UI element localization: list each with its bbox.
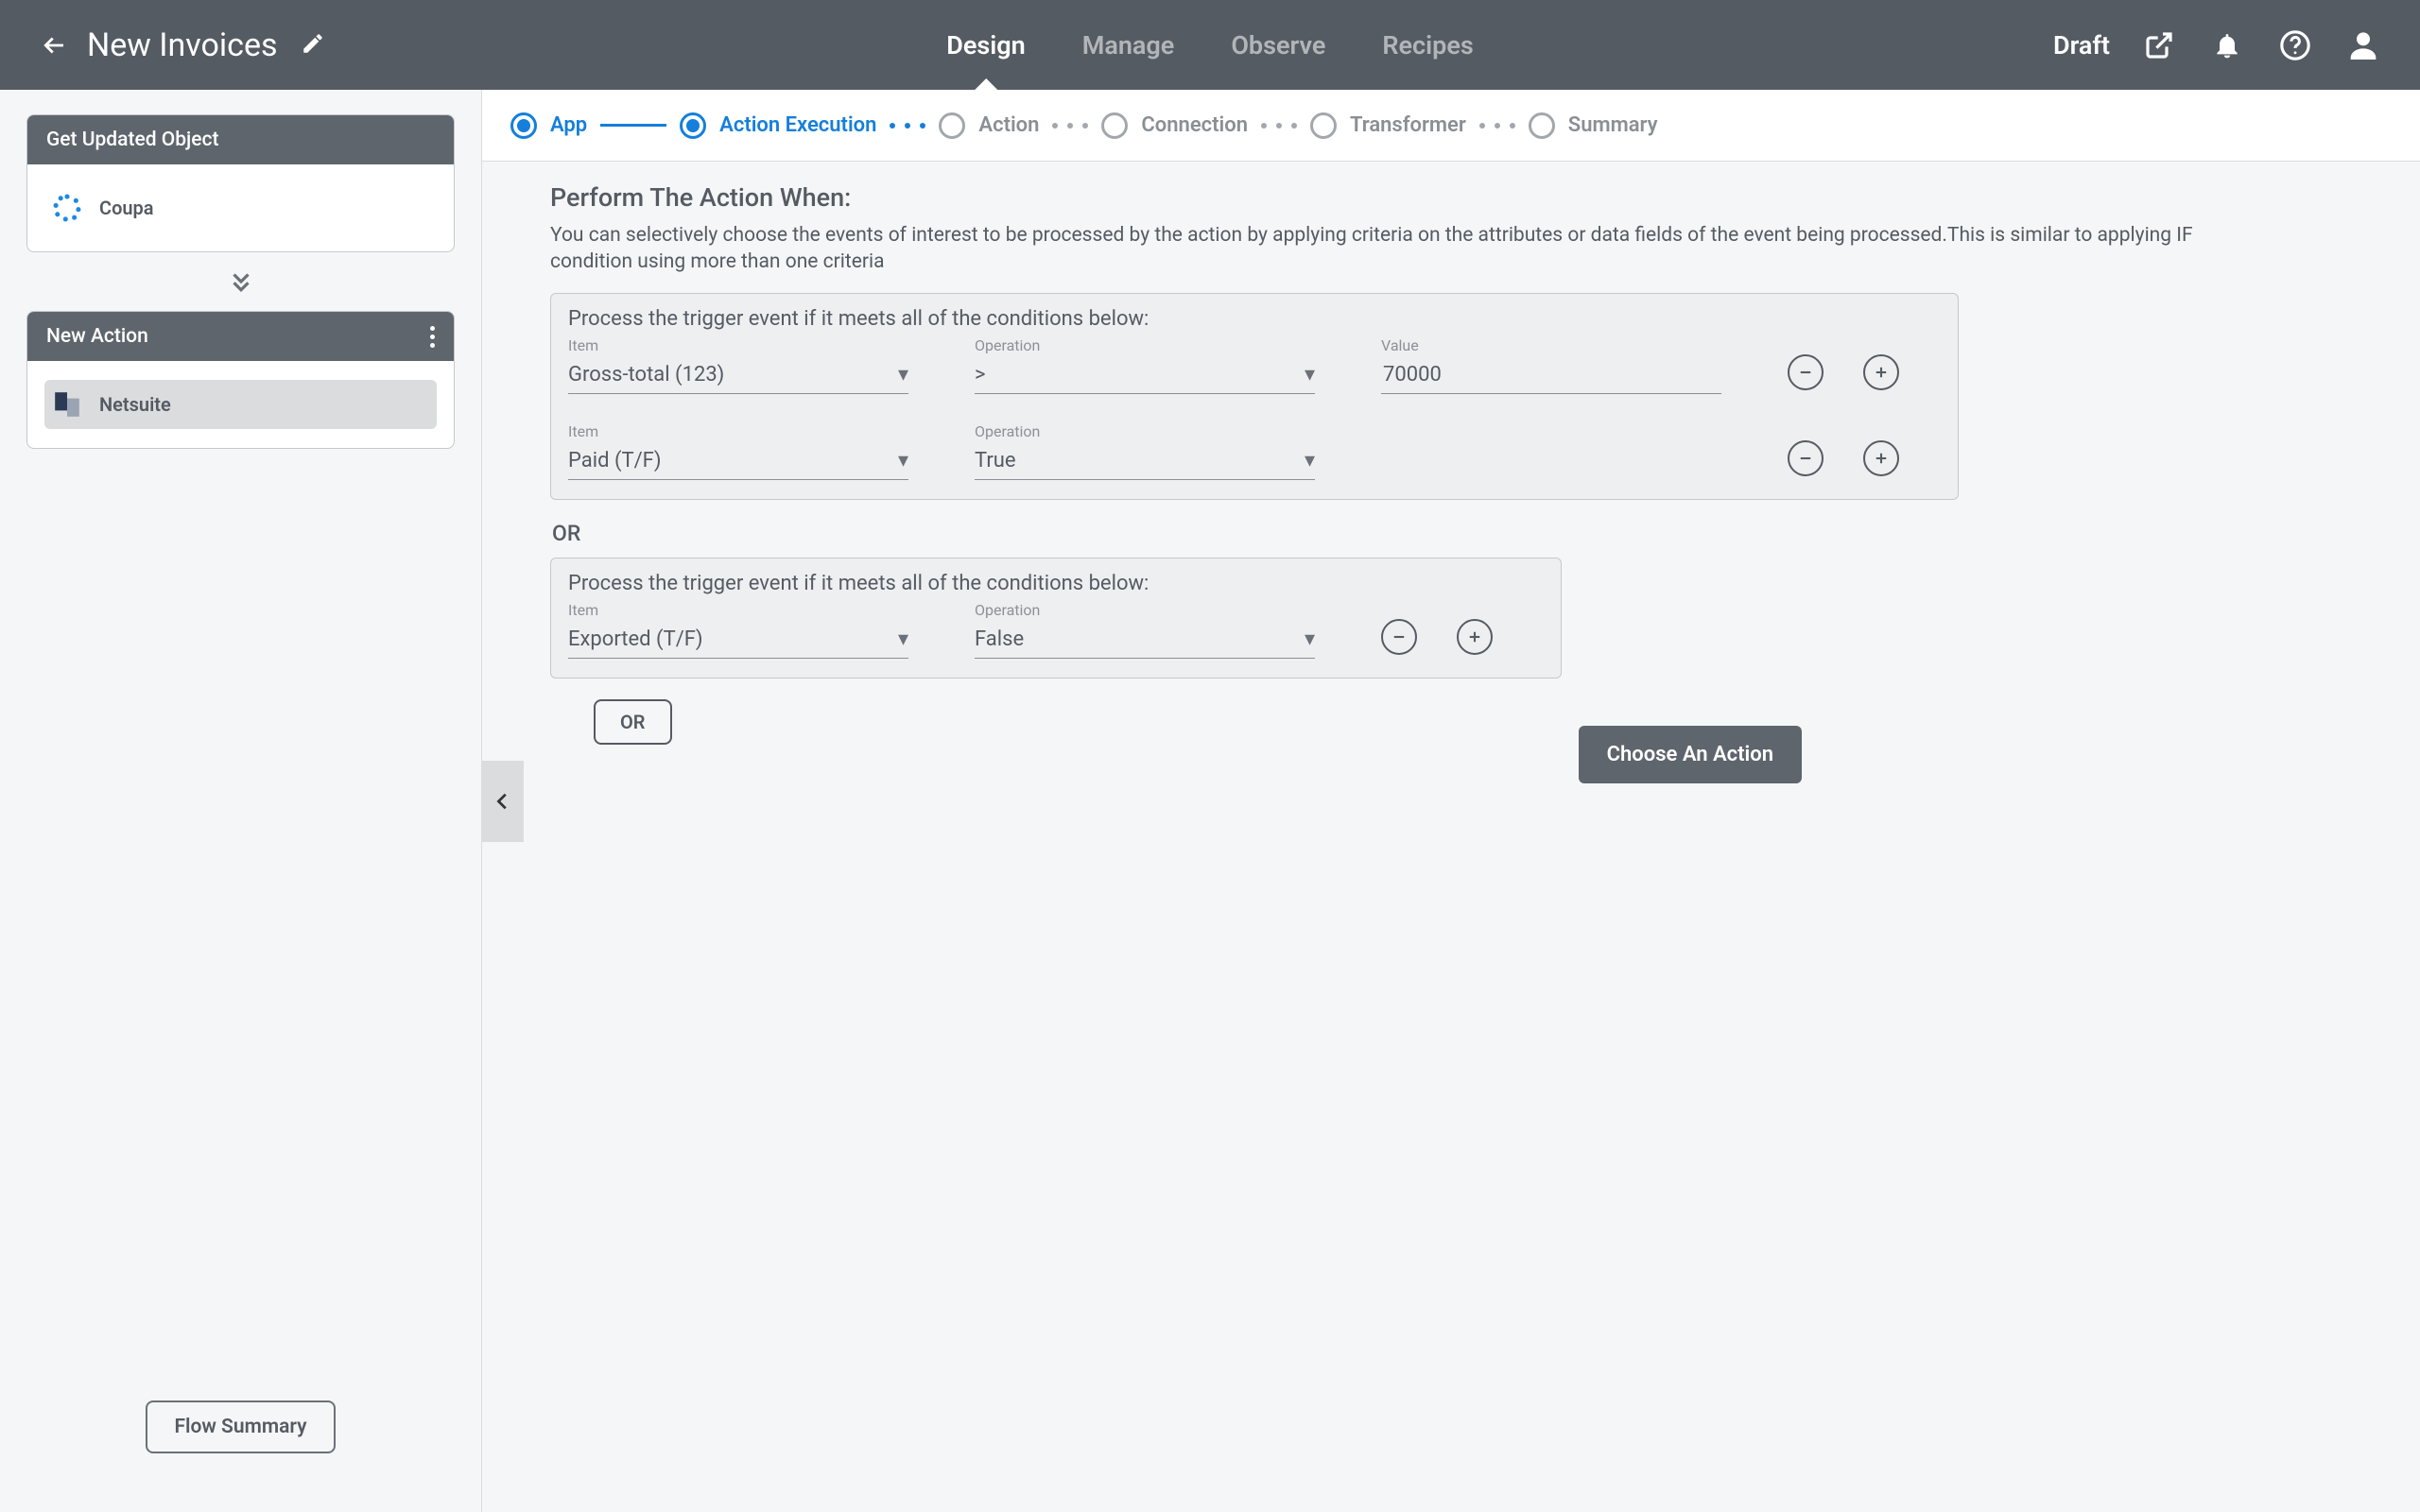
top-nav: Design Manage Observe Recipes [946,0,1474,90]
bell-icon[interactable] [2208,26,2246,64]
target-card-header: New Action [27,312,454,361]
open-external-icon[interactable] [2140,26,2178,64]
content: Perform The Action When: You can selecti… [482,162,2420,821]
operation-select[interactable]: True ▾ [975,442,1315,480]
remove-row-button[interactable] [1788,440,1824,476]
condition-row: Item Paid (T/F) ▾ Operation True ▾ [568,422,1941,480]
step-connector [600,124,666,127]
caret-down-icon: ▾ [1305,363,1315,387]
sidebar: Get Updated Object Coupa New Action [0,90,482,1512]
topbar-right: Draft [2053,26,2382,64]
collapse-sidebar-button[interactable] [482,761,524,842]
step-action-execution[interactable]: Action Execution [680,112,876,139]
add-row-button[interactable] [1863,440,1899,476]
condition-block-2: Process the trigger event if it meets al… [550,558,1562,679]
target-card-body: Netsuite [27,361,454,448]
caret-down-icon: ▾ [898,363,908,387]
source-app-label: Coupa [99,197,154,219]
add-or-button[interactable]: OR [594,699,672,745]
value-field: Value [1381,336,1721,394]
netsuite-icon [50,387,84,421]
body: Get Updated Object Coupa New Action [0,90,2420,1512]
page-title: New Invoices [87,26,278,64]
caret-down-icon: ▾ [1305,627,1315,651]
stepper: App Action Execution Action Connection T… [482,90,2420,162]
target-card-menu-icon[interactable] [430,326,435,348]
topbar: New Invoices Design Manage Observe Recip… [0,0,2420,90]
row-actions [1381,619,1544,659]
condition-block-title: Process the trigger event if it meets al… [568,572,1544,595]
step-connector [890,123,925,129]
section-title: Perform The Action When: [550,182,2352,213]
add-row-button[interactable] [1863,354,1899,390]
operation-select[interactable]: > ▾ [975,356,1315,394]
or-separator: OR [552,521,2352,546]
nav-observe[interactable]: Observe [1231,0,1325,90]
nav-recipes[interactable]: Recipes [1382,0,1473,90]
step-connection[interactable]: Connection [1101,112,1248,139]
step-action[interactable]: Action [939,112,1039,139]
condition-row: Item Exported (T/F) ▾ Operation False ▾ [568,601,1544,659]
step-transformer[interactable]: Transformer [1310,112,1466,139]
source-card[interactable]: Get Updated Object Coupa [26,114,455,252]
caret-down-icon: ▾ [1305,449,1315,472]
target-app[interactable]: Netsuite [44,380,437,429]
operation-select[interactable]: False ▾ [975,621,1315,659]
source-card-title: Get Updated Object [46,129,219,151]
section-description: You can selectively choose the events of… [550,222,2271,276]
step-connector [1261,123,1297,129]
value-input[interactable] [1381,356,1721,394]
choose-action-button[interactable]: Choose An Action [1579,726,1802,783]
step-app[interactable]: App [510,112,587,139]
operation-field: Operation > ▾ [975,336,1315,394]
status-badge: Draft [2053,30,2110,60]
caret-down-icon: ▾ [898,627,908,651]
back-button[interactable] [38,29,70,61]
flow-summary-button[interactable]: Flow Summary [146,1400,335,1453]
condition-block-1: Process the trigger event if it meets al… [550,293,1959,500]
item-select[interactable]: Exported (T/F) ▾ [568,621,908,659]
item-field: Item Paid (T/F) ▾ [568,422,908,480]
row-actions [1788,354,1941,394]
coupa-icon [50,191,84,225]
item-field: Item Exported (T/F) ▾ [568,601,908,659]
chain-expand-icon[interactable] [26,267,455,296]
remove-row-button[interactable] [1381,619,1417,655]
target-card-title: New Action [46,325,148,348]
item-select[interactable]: Gross-total (123) ▾ [568,356,908,394]
operation-field: Operation False ▾ [975,601,1315,659]
step-connector [1479,123,1515,129]
condition-row: Item Gross-total (123) ▾ Operation > ▾ [568,336,1941,394]
help-icon[interactable] [2276,26,2314,64]
target-card[interactable]: New Action Netsuite [26,311,455,449]
edit-title-icon[interactable] [301,31,325,60]
target-app-label: Netsuite [99,393,171,416]
condition-block-title: Process the trigger event if it meets al… [568,307,1941,331]
topbar-left: New Invoices [38,26,325,64]
add-row-button[interactable] [1457,619,1493,655]
step-summary[interactable]: Summary [1529,112,1658,139]
source-app[interactable]: Coupa [44,183,437,232]
nav-manage[interactable]: Manage [1082,0,1175,90]
main: App Action Execution Action Connection T… [482,90,2420,1512]
remove-row-button[interactable] [1788,354,1824,390]
source-card-header: Get Updated Object [27,115,454,164]
caret-down-icon: ▾ [898,449,908,472]
item-select[interactable]: Paid (T/F) ▾ [568,442,908,480]
nav-design[interactable]: Design [946,0,1025,90]
source-card-body: Coupa [27,164,454,251]
user-icon[interactable] [2344,26,2382,64]
item-field: Item Gross-total (123) ▾ [568,336,908,394]
operation-field: Operation True ▾ [975,422,1315,480]
row-actions [1788,440,1941,480]
step-connector [1052,123,1088,129]
